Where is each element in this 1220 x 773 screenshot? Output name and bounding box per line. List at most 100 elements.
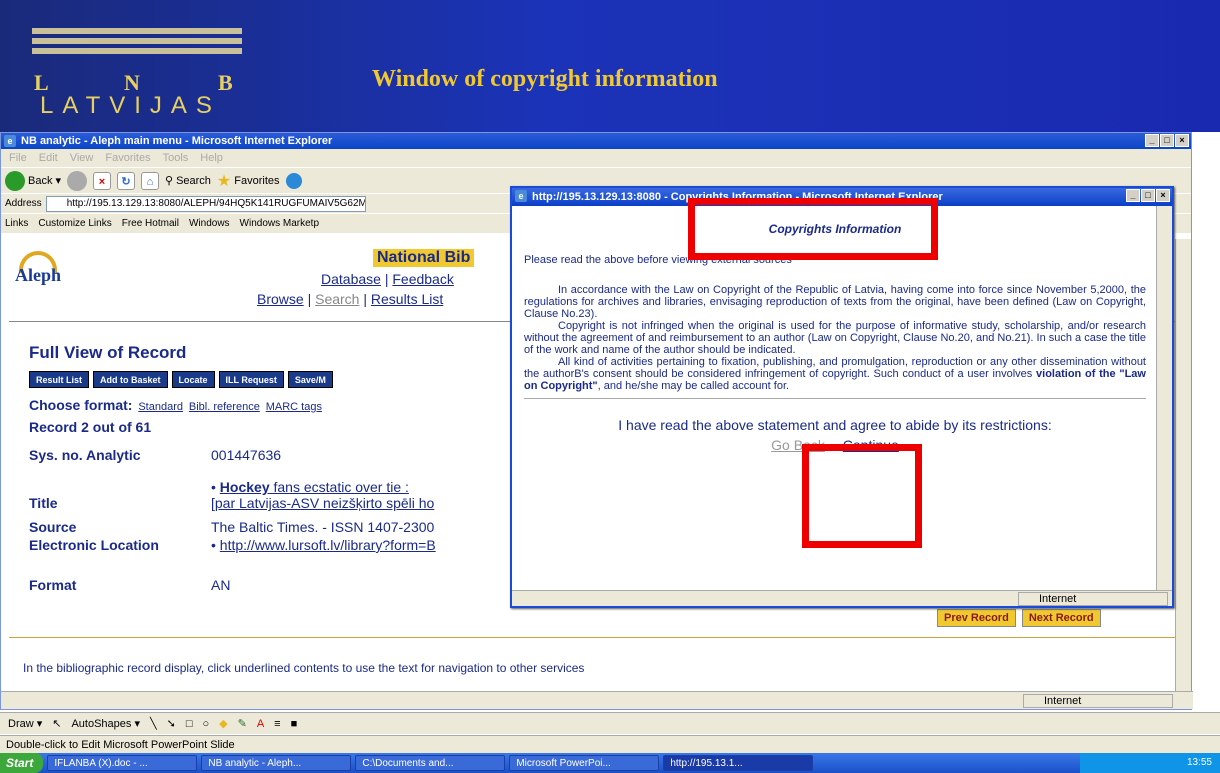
line-icon[interactable]: ╲ [150,717,157,730]
slide-title: Window of copyright information [372,66,718,92]
shadow-icon[interactable]: ■ [291,718,298,730]
popup-maximize-icon[interactable]: □ [1141,189,1155,202]
logo-subtitle: LATVIJAS [40,92,221,119]
favorites-star-icon: ★ [216,172,232,190]
powerpoint-statusbar: Double-click to Edit Microsoft PowerPoin… [0,735,1220,753]
copyright-para-2: Copyright is not infringed when the orig… [524,320,1146,356]
electronic-location-link[interactable]: http://www.lursoft.lv/library?form=B [220,537,436,553]
media-icon[interactable] [285,172,302,189]
choose-format: Choose format: Standard Bibl. reference … [29,397,322,413]
popup-scrollbar[interactable] [1156,206,1172,592]
popup-statusbar: Internet [512,590,1172,606]
ie-titlebar: e NB analytic - Aleph main menu - Micros… [1,133,1191,149]
format-bibl[interactable]: Bibl. reference [189,401,260,413]
links-label: Links [5,218,29,229]
address-label: Address [5,198,42,209]
nav-search[interactable]: Search [315,291,359,307]
add-to-basket-button[interactable]: Add to Basket [93,371,168,388]
lnb-logo: L N B LATVIJAS [32,28,242,120]
powerpoint-slide: L N B LATVIJAS Window of copyright infor… [0,0,1220,773]
windows-taskbar: Start IFLANBA (X).doc - ... NB analytic … [0,753,1220,773]
line-color-icon[interactable]: ✎ [238,717,247,730]
task-word[interactable]: IFLANBA (X).doc - ... [47,755,198,771]
back-button[interactable]: Back ▾ [5,170,61,191]
ie-menubar: File Edit View Favorites Tools Help [1,149,1191,167]
menu-tools[interactable]: Tools [163,149,189,167]
start-button[interactable]: Start [0,753,44,773]
popup-minimize-icon[interactable]: _ [1126,189,1140,202]
link-marketplace[interactable]: Windows Marketp [240,218,319,229]
menu-edit[interactable]: Edit [39,149,58,167]
address-input[interactable]: http://195.13.129.13:8080/ALEPH/94HQ5K14… [45,195,366,212]
ill-request-button[interactable]: ILL Request [218,371,284,388]
page-title: Full View of Record [29,343,187,362]
task-explorer[interactable]: C:\Documents and... [355,755,506,771]
task-ie-aleph[interactable]: NB analytic - Aleph... [201,755,352,771]
arrow-icon[interactable]: ➘ [167,717,176,730]
link-hotmail[interactable]: Free Hotmail [122,218,179,229]
clock: 13:55 [1186,757,1212,768]
home-icon[interactable]: ⌂ [141,171,159,190]
forward-button[interactable] [67,170,87,191]
link-windows[interactable]: Windows [189,218,230,229]
popup-close-icon[interactable]: × [1156,189,1170,202]
search-button[interactable]: ⚲ Search [165,174,211,188]
popup-ie-icon: e [515,190,527,202]
powerpoint-draw-toolbar: Draw ▾ ↖ AutoShapes ▾ ╲ ➘ □ ○ ◆ ✎ A ≡ ■ [0,712,1220,734]
maximize-icon[interactable]: □ [1160,134,1174,147]
nav-row-2: Browse | Search | Results List [257,291,444,307]
task-powerpoint[interactable]: Microsoft PowerPoi... [509,755,660,771]
menu-favorites[interactable]: Favorites [105,149,150,167]
stop-icon[interactable]: × [93,171,111,190]
record-buttons: Result List Add to Basket Locate ILL Req… [29,371,333,388]
format-marc[interactable]: MARC tags [266,401,322,413]
prev-record-button[interactable]: Prev Record [937,609,1016,627]
favorites-button[interactable]: ★ Favorites [217,171,280,191]
close-icon[interactable]: × [1175,134,1189,147]
record-counter: Record 2 out of 61 [29,419,152,435]
nav-database[interactable]: Database [321,271,381,287]
agree-statement: I have read the above statement and agre… [618,417,1052,433]
ie-icon: e [4,135,16,147]
popup-zone-internet: Internet [1018,592,1168,606]
menu-view[interactable]: View [70,149,94,167]
format-standard[interactable]: Standard [138,401,183,413]
oval-icon[interactable]: ○ [202,718,209,730]
highlight-heading-box [688,198,938,260]
title-link[interactable]: Hockey [220,479,270,495]
minimize-icon[interactable]: _ [1145,134,1159,147]
line-style-icon[interactable]: ≡ [274,718,280,730]
refresh-icon[interactable]: ↻ [117,171,135,190]
aleph-logo: Aleph [13,251,73,295]
next-record-button[interactable]: Next Record [1021,609,1101,627]
draw-menu[interactable]: Draw ▾ [8,717,42,730]
copyright-para-3: All kind of activities pertaining to fix… [524,356,1146,392]
ie-scrollbar[interactable] [1175,239,1191,691]
aleph-header: National Bib [373,249,475,267]
search-icon: ⚲ [165,175,174,187]
record-nav: Prev Record Next Record [937,609,1101,627]
result-list-button[interactable]: Result List [29,371,90,388]
slide-banner: L N B LATVIJAS Window of copyright infor… [0,0,1220,132]
link-customize[interactable]: Customize Links [38,218,111,229]
menu-help[interactable]: Help [200,149,223,167]
highlight-continue-box [802,444,922,548]
nav-row-1: Database | Feedback [321,271,454,287]
menu-file[interactable]: File [9,149,27,167]
copyright-para-1: In accordance with the Law on Copyright … [524,284,1146,320]
zone-internet: Internet [1023,694,1173,708]
nav-results[interactable]: Results List [371,291,443,307]
system-tray: 13:55 [1080,753,1220,773]
footnote: In the bibliographic record display, cli… [23,661,585,675]
ie-statusbar: Internet [1,691,1193,709]
save-mail-button[interactable]: Save/M [287,371,333,388]
fill-color-icon[interactable]: ◆ [219,717,227,730]
nav-browse[interactable]: Browse [257,291,304,307]
autoshapes-menu[interactable]: AutoShapes ▾ [71,717,140,730]
font-color-icon[interactable]: A [257,718,264,730]
nav-feedback[interactable]: Feedback [392,271,453,287]
rectangle-icon[interactable]: □ [186,718,193,730]
locate-button[interactable]: Locate [171,371,215,388]
select-arrow-icon[interactable]: ↖ [52,717,61,730]
task-ie-popup[interactable]: http://195.13.1... [663,755,814,771]
